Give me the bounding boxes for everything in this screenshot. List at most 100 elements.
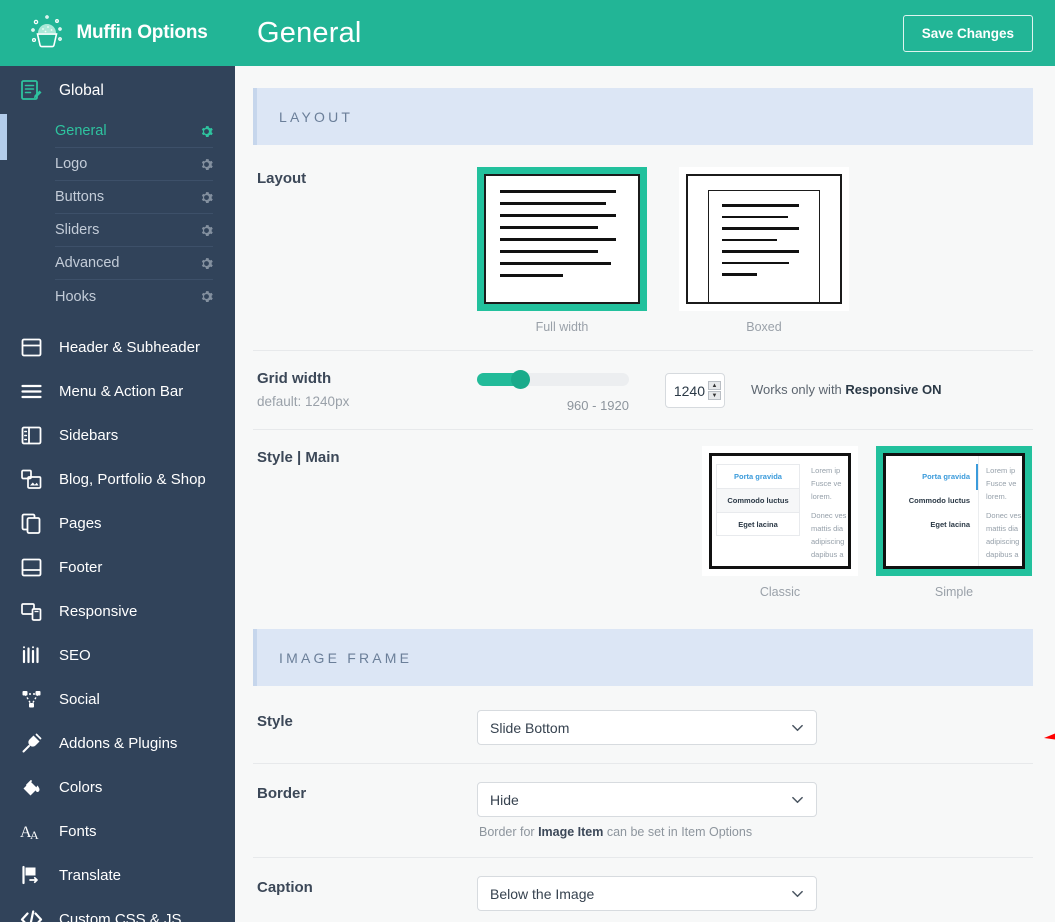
sidebar-item-social[interactable]: Social bbox=[0, 677, 235, 721]
setting-label-layout: Layout bbox=[253, 167, 477, 334]
layout-option-group: Full width Boxed bbox=[477, 167, 1033, 334]
setting-row-style-main: Style | Main Porta gravida Commodo luctu… bbox=[253, 430, 1033, 615]
sidebar-item-pages[interactable]: Pages bbox=[0, 501, 235, 545]
setting-label-text: Caption bbox=[257, 879, 313, 896]
style-thumb-classic[interactable]: Porta gravida Commodo luctus Eget lacina… bbox=[702, 446, 858, 576]
setting-row-border: Border Hide Border for Image Item can be… bbox=[253, 764, 1033, 858]
select-value: Slide Bottom bbox=[490, 719, 570, 736]
grid-width-value: 1240 bbox=[673, 382, 705, 399]
sidebar-item-label: Colors bbox=[59, 778, 103, 796]
sidebar-item-logo[interactable]: Logo bbox=[55, 148, 213, 181]
setting-label-text: Grid width bbox=[257, 370, 332, 387]
sidebar: Muffin Options Global General Logo Butto… bbox=[0, 0, 235, 922]
sidebar-item-seo[interactable]: SEO bbox=[0, 633, 235, 677]
chevron-down-icon[interactable] bbox=[791, 721, 804, 734]
sidebar-layout-icon bbox=[20, 424, 43, 447]
sidebar-item-label: Translate bbox=[59, 866, 121, 884]
setting-label-text: Layout bbox=[257, 170, 307, 187]
sidebar-item-general[interactable]: General bbox=[55, 115, 213, 148]
gear-icon[interactable] bbox=[200, 158, 213, 171]
sidebar-item-translate[interactable]: Translate bbox=[0, 853, 235, 897]
gear-icon[interactable] bbox=[200, 290, 213, 303]
sidebar-item-menu-action-bar[interactable]: Menu & Action Bar bbox=[0, 369, 235, 413]
classic-accordion-preview: Porta gravida Commodo luctus Eget lacina bbox=[712, 456, 804, 566]
sidebar-item-addons-plugins[interactable]: Addons & Plugins bbox=[0, 721, 235, 765]
layout-thumb-full-width[interactable] bbox=[477, 167, 647, 311]
preview-item: Commodo luctus bbox=[716, 488, 800, 512]
svg-text:A: A bbox=[30, 828, 39, 842]
style-caption: Classic bbox=[759, 585, 801, 599]
chevron-down-icon[interactable] bbox=[791, 793, 804, 806]
section-header-image-frame: IMAGE FRAME bbox=[253, 629, 1033, 686]
sidebar-item-sidebars[interactable]: Sidebars bbox=[0, 413, 235, 457]
sidebar-item-label: Fonts bbox=[59, 822, 97, 840]
layout-option-boxed[interactable]: Boxed bbox=[679, 167, 849, 334]
setting-label-style-main: Style | Main bbox=[253, 446, 477, 599]
brand-header: Muffin Options bbox=[0, 0, 235, 66]
sidebar-item-responsive[interactable]: Responsive bbox=[0, 589, 235, 633]
sidebar-group-global[interactable]: Global bbox=[0, 66, 235, 115]
sidebar-item-blog-portfolio-shop[interactable]: Blog, Portfolio & Shop bbox=[0, 457, 235, 501]
grid-width-number-input[interactable]: 1240 ▲ ▼ bbox=[665, 373, 725, 408]
save-changes-button[interactable]: Save Changes bbox=[902, 14, 1033, 52]
note-prefix: Border for bbox=[479, 825, 539, 839]
number-spinner[interactable]: ▲ ▼ bbox=[708, 381, 721, 400]
select-value: Hide bbox=[490, 791, 519, 808]
sidebar-item-colors[interactable]: Colors bbox=[0, 765, 235, 809]
preview-text: Lorem ip bbox=[986, 466, 1016, 475]
gear-icon[interactable] bbox=[200, 257, 213, 270]
preview-item: Eget lacina bbox=[716, 512, 800, 536]
image-frame-style-select[interactable]: Slide Bottom bbox=[477, 710, 817, 745]
active-bar bbox=[976, 464, 978, 490]
setting-label-text: Style bbox=[257, 713, 293, 730]
grid-width-slider[interactable] bbox=[477, 370, 629, 389]
sidebar-item-header-subheader[interactable]: Header & Subheader bbox=[0, 325, 235, 369]
sidebar-subitem-label: Sliders bbox=[55, 222, 100, 238]
sidebar-item-fonts[interactable]: AA Fonts bbox=[0, 809, 235, 853]
sidebar-item-hooks[interactable]: Hooks bbox=[55, 280, 213, 313]
style-option-classic[interactable]: Porta gravida Commodo luctus Eget lacina… bbox=[702, 446, 858, 599]
sidebar-item-sliders[interactable]: Sliders bbox=[55, 214, 213, 247]
layout-option-full-width[interactable]: Full width bbox=[477, 167, 647, 334]
layout-thumb-boxed[interactable] bbox=[679, 167, 849, 311]
note-strong: Responsive ON bbox=[845, 382, 942, 397]
settings-content: LAYOUT Layout Full width Boxed Grid widt… bbox=[235, 66, 1055, 922]
code-brackets-icon bbox=[20, 908, 43, 922]
gear-icon[interactable] bbox=[200, 125, 213, 138]
note-suffix: can be set in Item Options bbox=[603, 825, 753, 839]
preview-text: lorem. bbox=[986, 492, 1007, 501]
slider-handle[interactable] bbox=[511, 370, 530, 389]
sidebar-subitem-label: Hooks bbox=[55, 288, 97, 305]
style-option-simple[interactable]: Porta gravida Commodo luctus Eget lacina… bbox=[876, 446, 1032, 599]
sidebar-item-label: Social bbox=[59, 690, 100, 708]
sidebar-item-advanced[interactable]: Advanced bbox=[55, 247, 213, 280]
gear-icon[interactable] bbox=[200, 224, 213, 237]
sidebar-item-label: Responsive bbox=[59, 602, 138, 620]
chevron-down-icon[interactable] bbox=[791, 887, 804, 900]
edit-document-icon bbox=[20, 79, 43, 102]
preview-text: Fusce ve bbox=[986, 479, 1017, 488]
sidebar-item-custom-css-js[interactable]: Custom CSS & JS bbox=[0, 897, 235, 922]
sidebar-subitem-label: Advanced bbox=[55, 255, 120, 271]
setting-label-caption: Caption bbox=[253, 876, 477, 911]
grid-width-note: Works only with Responsive ON bbox=[751, 373, 942, 397]
select-value: Below the Image bbox=[490, 885, 595, 902]
image-frame-border-select[interactable]: Hide bbox=[477, 782, 817, 817]
gear-icon[interactable] bbox=[200, 191, 213, 204]
sidebar-item-footer[interactable]: Footer bbox=[0, 545, 235, 589]
sidebar-subnav: General Logo Buttons Sliders Advanced Ho… bbox=[0, 115, 235, 325]
style-thumb-simple[interactable]: Porta gravida Commodo luctus Eget lacina… bbox=[876, 446, 1032, 576]
setting-row-layout: Layout Full width Boxed bbox=[253, 151, 1033, 351]
seo-bars-icon bbox=[20, 644, 43, 667]
spinner-down-icon[interactable]: ▼ bbox=[708, 391, 721, 400]
image-frame-caption-select[interactable]: Below the Image bbox=[477, 876, 817, 911]
sidebar-item-label: Blog, Portfolio & Shop bbox=[59, 470, 206, 488]
setting-row-grid-width: Grid width default: 1240px 960 - 1920 12… bbox=[253, 351, 1033, 430]
active-section-marker bbox=[0, 114, 7, 160]
spinner-up-icon[interactable]: ▲ bbox=[708, 381, 721, 390]
setting-label-style: Style bbox=[253, 710, 477, 745]
pages-copy-icon bbox=[20, 512, 43, 535]
header-layout-icon bbox=[20, 336, 43, 359]
sidebar-item-buttons[interactable]: Buttons bbox=[55, 181, 213, 214]
preview-text: mattis dia bbox=[811, 524, 844, 533]
